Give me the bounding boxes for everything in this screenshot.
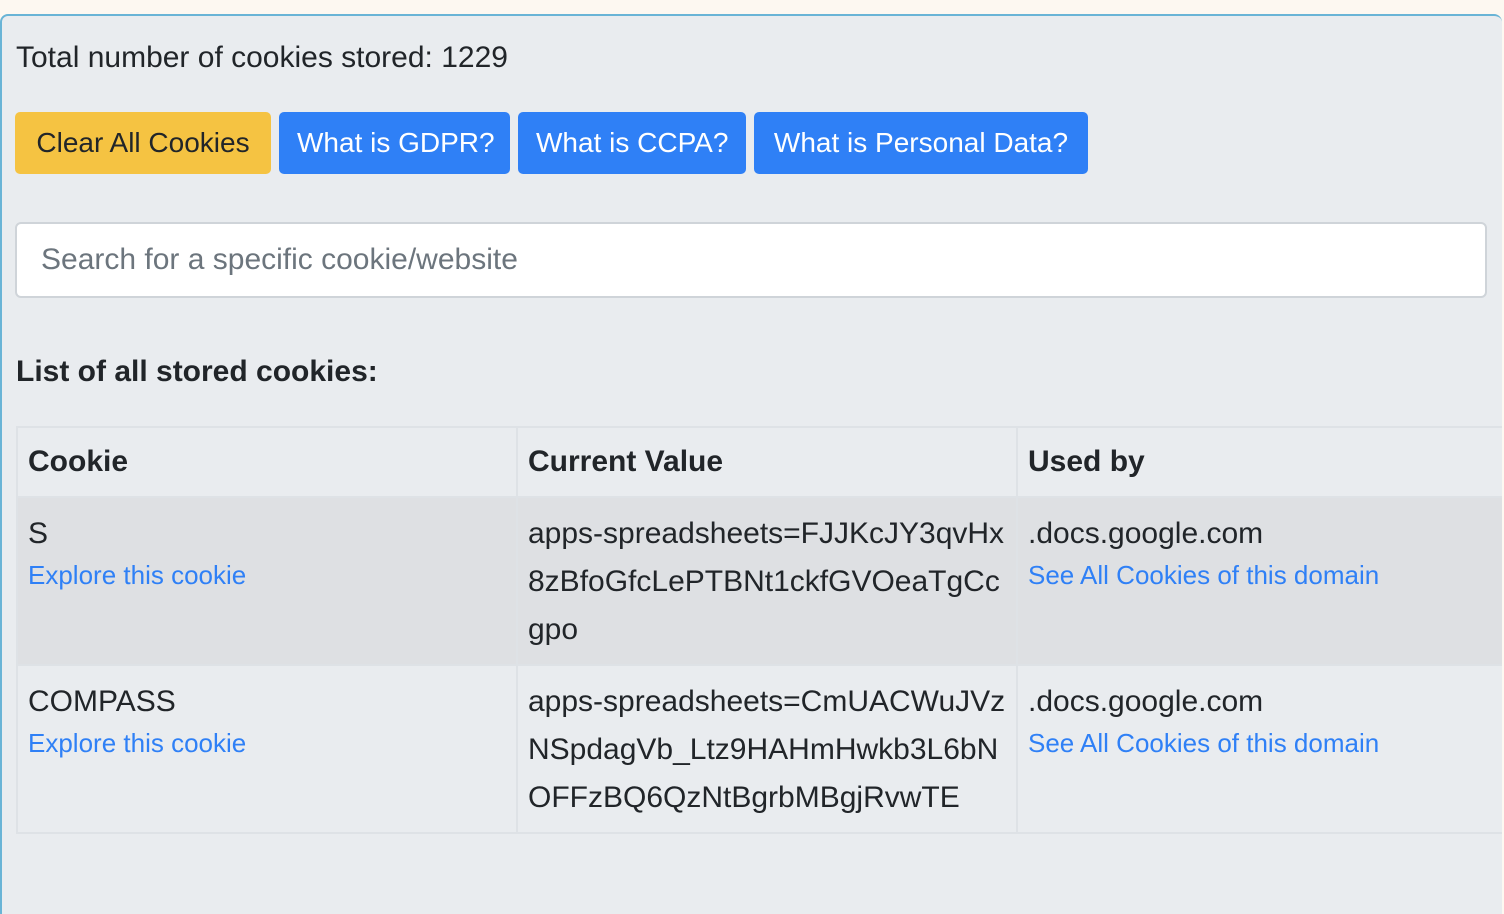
action-buttons: Clear All Cookies What is GDPR? What is … xyxy=(15,112,1088,174)
cookie-cell: COMPASS Explore this cookie xyxy=(16,664,518,834)
cookie-cell: S Explore this cookie xyxy=(16,496,518,666)
table-row: COMPASS Explore this cookie apps-spreads… xyxy=(16,664,1502,834)
cookie-value: apps-spreadsheets=FJJKcJY3qvHx8zBfoGfcLe… xyxy=(528,517,1005,646)
clear-all-cookies-button[interactable]: Clear All Cookies xyxy=(15,112,271,174)
used-by-cell: .docs.google.com See All Cookies of this… xyxy=(1016,496,1502,666)
table-row: S Explore this cookie apps-spreadsheets=… xyxy=(16,496,1502,666)
cookie-domain: .docs.google.com xyxy=(1028,685,1264,718)
column-header-used-by: Used by xyxy=(1016,426,1502,498)
list-title: List of all stored cookies: xyxy=(16,355,378,388)
table-header-row: Cookie Current Value Used by xyxy=(16,426,1502,498)
cookie-value: apps-spreadsheets=CmUACWuJVzNSpdagVb_Ltz… xyxy=(528,685,1006,814)
see-domain-cookies-link[interactable]: See All Cookies of this domain xyxy=(1028,560,1502,590)
what-is-ccpa-button[interactable]: What is CCPA? xyxy=(518,112,746,174)
value-cell: apps-spreadsheets=FJJKcJY3qvHx8zBfoGfcLe… xyxy=(516,496,1018,666)
cookie-name: COMPASS xyxy=(28,685,176,718)
cookie-name: S xyxy=(28,517,49,550)
total-cookies-text: Total number of cookies stored: 1229 xyxy=(16,41,508,74)
explore-cookie-link[interactable]: Explore this cookie xyxy=(28,728,506,758)
cookies-table: Cookie Current Value Used by S Explore t… xyxy=(16,426,1502,834)
see-domain-cookies-link[interactable]: See All Cookies of this domain xyxy=(1028,728,1502,758)
what-is-personal-data-button[interactable]: What is Personal Data? xyxy=(754,112,1088,174)
cookie-panel: Total number of cookies stored: 1229 Cle… xyxy=(0,14,1502,914)
value-cell: apps-spreadsheets=CmUACWuJVzNSpdagVb_Ltz… xyxy=(516,664,1018,834)
explore-cookie-link[interactable]: Explore this cookie xyxy=(28,560,506,590)
used-by-cell: .docs.google.com See All Cookies of this… xyxy=(1016,664,1502,834)
column-header-current-value: Current Value xyxy=(516,426,1018,498)
column-header-cookie: Cookie xyxy=(16,426,518,498)
cookie-domain: .docs.google.com xyxy=(1028,517,1264,550)
search-input[interactable] xyxy=(15,222,1487,298)
what-is-gdpr-button[interactable]: What is GDPR? xyxy=(279,112,510,174)
